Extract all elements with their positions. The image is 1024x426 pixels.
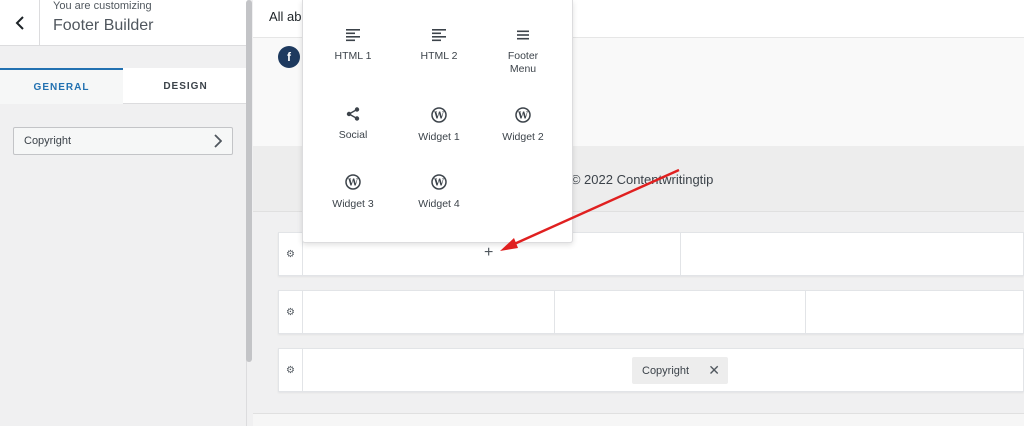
svg-text:W: W xyxy=(517,112,529,122)
svg-text:W: W xyxy=(347,179,359,189)
picker-item-widget-4[interactable]: W Widget 4 xyxy=(394,174,484,211)
preview-bottom-bar xyxy=(253,413,1024,426)
picker-item-html-2[interactable]: HTML 2 xyxy=(394,28,484,63)
column-divider xyxy=(554,291,555,333)
customizing-label: You are customizing xyxy=(53,0,152,12)
close-icon[interactable]: ✕ xyxy=(708,362,720,379)
picker-item-widget-2[interactable]: W Widget 2 xyxy=(478,107,568,144)
tab-design[interactable]: DESIGN xyxy=(124,68,247,104)
element-picker-popup: HTML 1 HTML 2 Footer Menu Social W Widge… xyxy=(302,0,573,243)
gear-icon[interactable]: ⚙ xyxy=(279,349,303,391)
html-text-icon xyxy=(432,29,446,42)
picker-item-label: Widget 4 xyxy=(418,198,460,210)
share-icon xyxy=(346,107,360,121)
picker-item-social[interactable]: Social xyxy=(308,107,398,142)
wordpress-icon: W xyxy=(515,107,531,123)
svg-text:W: W xyxy=(433,179,445,189)
column-divider xyxy=(805,291,806,333)
picker-item-label: HTML 2 xyxy=(420,50,458,62)
html-text-icon xyxy=(346,29,360,42)
picker-item-label: Footer Menu xyxy=(507,50,539,75)
sidebar-scrollbar[interactable] xyxy=(246,0,252,362)
sidebar-tabs: GENERAL DESIGN xyxy=(0,68,247,104)
picker-item-widget-3[interactable]: W Widget 3 xyxy=(308,174,398,211)
tab-general[interactable]: GENERAL xyxy=(0,68,123,104)
picker-item-widget-1[interactable]: W Widget 1 xyxy=(394,107,484,144)
sidebar-item-label: Copyright xyxy=(24,135,72,147)
customizer-sidebar: You are customizing Footer Builder GENER… xyxy=(0,0,252,426)
picker-item-label: Widget 3 xyxy=(332,198,374,210)
wordpress-icon: W xyxy=(431,174,447,190)
copyright-element-chip[interactable]: Copyright ✕ xyxy=(632,357,728,384)
facebook-icon[interactable]: f xyxy=(278,46,300,68)
sidebar-header: You are customizing Footer Builder xyxy=(0,0,247,46)
column-divider xyxy=(680,233,681,275)
sidebar-item-copyright[interactable]: Copyright xyxy=(13,127,233,155)
menu-lines-icon xyxy=(517,30,529,40)
wordpress-icon: W xyxy=(345,174,361,190)
wordpress-icon: W xyxy=(431,107,447,123)
chevron-left-icon xyxy=(15,16,24,30)
footer-row-bottom: ⚙ Copyright ✕ xyxy=(278,348,1024,392)
picker-item-label: Widget 2 xyxy=(502,131,544,143)
chevron-right-icon xyxy=(214,134,222,148)
picker-item-footer-menu[interactable]: Footer Menu xyxy=(478,28,568,76)
picker-item-label: HTML 1 xyxy=(334,50,372,62)
picker-item-label: Social xyxy=(338,129,368,141)
gear-icon[interactable]: ⚙ xyxy=(279,291,303,333)
back-button[interactable] xyxy=(0,0,40,46)
footer-row-main: ⚙ xyxy=(278,290,1024,334)
gear-icon[interactable]: ⚙ xyxy=(279,233,303,275)
svg-text:W: W xyxy=(433,112,445,122)
picker-item-html-1[interactable]: HTML 1 xyxy=(308,28,398,63)
panel-title: Footer Builder xyxy=(53,17,154,34)
chip-label: Copyright xyxy=(642,364,690,377)
picker-item-label: Widget 1 xyxy=(418,131,460,143)
add-element-button[interactable]: + xyxy=(484,244,493,262)
